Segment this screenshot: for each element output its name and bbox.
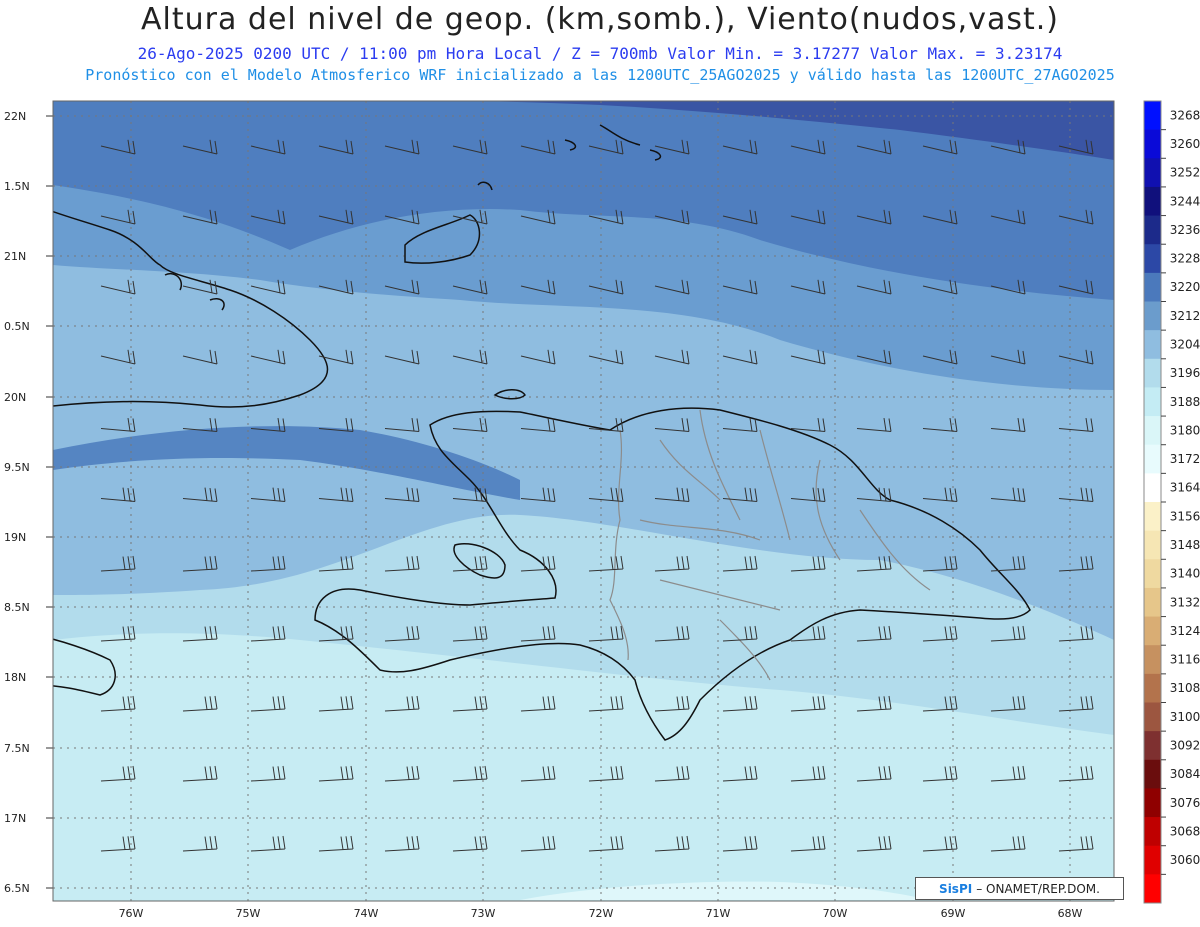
sispi-logo: SisPI bbox=[939, 881, 973, 896]
colorbar-swatch bbox=[1144, 330, 1161, 360]
colorbar-label: 3260 bbox=[1170, 137, 1200, 151]
colorbar-swatch bbox=[1144, 301, 1161, 331]
lat-label: 19N bbox=[4, 531, 26, 544]
lat-label: 7.5N bbox=[4, 742, 30, 755]
colorbar-label: 3100 bbox=[1170, 710, 1200, 724]
colorbar-label: 3188 bbox=[1170, 395, 1200, 409]
colorbar-swatch bbox=[1144, 788, 1161, 818]
colorbar-label: 3252 bbox=[1170, 166, 1200, 180]
colorbar-label: 3068 bbox=[1170, 824, 1200, 838]
colorbar-label: 3220 bbox=[1170, 280, 1200, 294]
lat-axis: 22N 1.5N 21N 0.5N 20N 9.5N 19N 8.5N 18N … bbox=[4, 110, 30, 895]
lon-label: 71W bbox=[706, 907, 731, 920]
colorbar-label: 3132 bbox=[1170, 595, 1200, 609]
lat-label: 0.5N bbox=[4, 320, 30, 333]
colorbar-swatch bbox=[1144, 444, 1161, 474]
colorbar-swatch bbox=[1144, 101, 1161, 131]
lat-label: 1.5N bbox=[4, 180, 30, 193]
lat-ticks bbox=[46, 115, 53, 889]
colorbar-swatch bbox=[1144, 845, 1161, 875]
lon-axis: 76W 75W 74W 73W 72W 71W 70W 69W 68W bbox=[119, 907, 1083, 920]
colorbar-label: 3076 bbox=[1170, 796, 1200, 810]
colorbar-label: 3108 bbox=[1170, 681, 1200, 695]
colorbar-swatch bbox=[1144, 473, 1161, 503]
colorbar-swatch bbox=[1144, 645, 1161, 675]
lon-label: 74W bbox=[354, 907, 379, 920]
colorbar-swatch bbox=[1144, 387, 1161, 417]
colorbar-swatch bbox=[1144, 817, 1161, 847]
colorbar-label: 3148 bbox=[1170, 538, 1200, 552]
colorbar-label: 3204 bbox=[1170, 337, 1200, 351]
colorbar-swatch bbox=[1144, 502, 1161, 532]
colorbar-swatch bbox=[1144, 702, 1161, 732]
lat-label: 21N bbox=[4, 250, 26, 263]
colorbar-label: 3156 bbox=[1170, 509, 1200, 523]
colorbar-label: 3092 bbox=[1170, 738, 1200, 752]
lon-label: 73W bbox=[471, 907, 496, 920]
colorbar-label: 3060 bbox=[1170, 853, 1200, 867]
colorbar-label: 3268 bbox=[1170, 108, 1200, 122]
colorbar-swatch bbox=[1144, 616, 1161, 646]
colorbar: 3268 3260 3252 3244 3236 3228 3220 3212 3204 3196… bbox=[1143, 100, 1200, 904]
colorbar-swatch bbox=[1144, 186, 1161, 217]
colorbar-label: 3124 bbox=[1170, 624, 1200, 638]
lat-label: 22N bbox=[4, 110, 26, 123]
colorbar-label: 3236 bbox=[1170, 223, 1200, 237]
colorbar-swatch bbox=[1144, 874, 1161, 904]
lon-label: 70W bbox=[823, 907, 848, 920]
lat-label: 20N bbox=[4, 391, 26, 404]
colorbar-swatch bbox=[1144, 272, 1161, 302]
map-canvas: 22N 1.5N 21N 0.5N 20N 9.5N 19N 8.5N 18N … bbox=[4, 100, 1200, 920]
lat-label: 9.5N bbox=[4, 461, 30, 474]
colorbar-label: 3196 bbox=[1170, 366, 1200, 380]
credit-text: – ONAMET/REP.DOM. bbox=[976, 881, 1100, 896]
colorbar-swatch bbox=[1144, 416, 1161, 446]
colorbar-swatch bbox=[1144, 673, 1161, 703]
colorbar-label: 3180 bbox=[1170, 423, 1200, 437]
colorbar-label: 3140 bbox=[1170, 567, 1200, 581]
colorbar-label: 3172 bbox=[1170, 452, 1200, 466]
colorbar-swatch bbox=[1144, 129, 1161, 159]
lat-label: 18N bbox=[4, 671, 26, 684]
lon-label: 76W bbox=[119, 907, 144, 920]
lon-label: 75W bbox=[236, 907, 261, 920]
colorbar-swatch bbox=[1144, 530, 1161, 560]
colorbar-label: 3164 bbox=[1170, 481, 1200, 495]
colorbar-label: 3244 bbox=[1170, 194, 1200, 208]
lon-label: 72W bbox=[589, 907, 614, 920]
colorbar-label: 3116 bbox=[1170, 653, 1200, 667]
colorbar-swatch bbox=[1144, 358, 1161, 388]
lon-label: 68W bbox=[1058, 907, 1083, 920]
colorbar-swatch bbox=[1144, 215, 1161, 245]
lat-label: 6.5N bbox=[4, 882, 30, 895]
colorbar-label: 3228 bbox=[1170, 252, 1200, 266]
colorbar-swatch bbox=[1144, 244, 1161, 274]
colorbar-swatch bbox=[1144, 731, 1161, 761]
colorbar-label: 3212 bbox=[1170, 309, 1200, 323]
lon-label: 69W bbox=[941, 907, 966, 920]
colorbar-swatch bbox=[1144, 158, 1161, 188]
lat-label: 17N bbox=[4, 812, 26, 825]
credit-box: SisPI – ONAMET/REP.DOM. bbox=[915, 877, 1124, 900]
lat-label: 8.5N bbox=[4, 601, 30, 614]
colorbar-swatch bbox=[1144, 559, 1161, 589]
colorbar-swatch bbox=[1144, 759, 1161, 789]
colorbar-label: 3084 bbox=[1170, 767, 1200, 781]
colorbar-swatch bbox=[1144, 587, 1161, 618]
